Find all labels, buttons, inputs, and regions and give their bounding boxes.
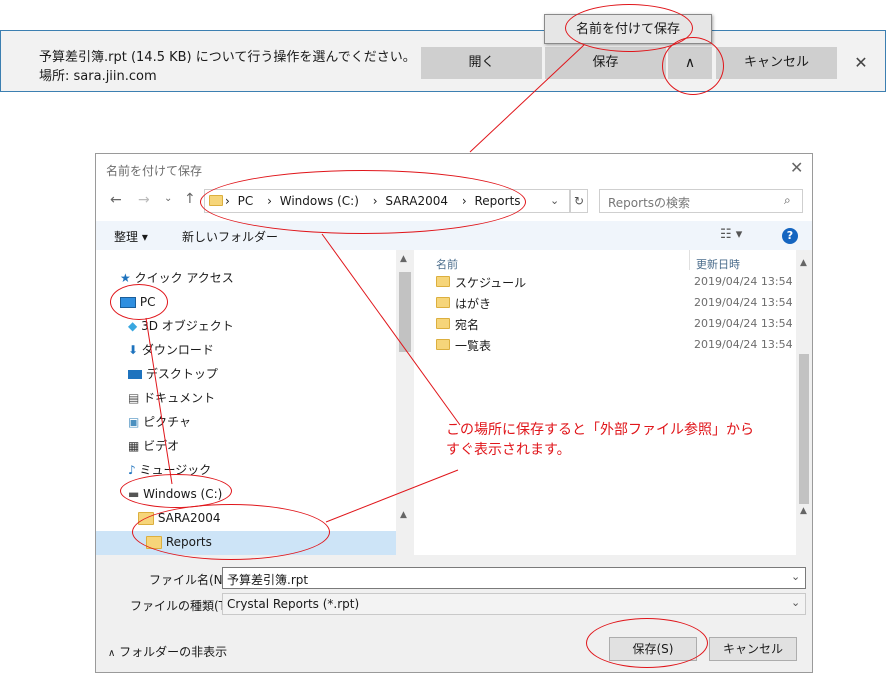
- highlight-save-options: [662, 37, 724, 95]
- annotation-layer: [145, 44, 585, 523]
- annotation-connector: [145, 317, 173, 485]
- annotation-connector: [469, 44, 585, 153]
- annotation-connector: [321, 233, 461, 426]
- highlight-nav-reports: [132, 504, 330, 560]
- highlight-dialog-save: [586, 618, 708, 668]
- highlight-nav-drive: [120, 474, 232, 508]
- highlight-address-bar: [200, 170, 526, 234]
- annotation-note: この場所に保存すると「外部ファイル参照」から すぐ表示されます。: [446, 422, 754, 458]
- annotation-connector: [325, 469, 459, 523]
- highlight-nav-pc: [110, 284, 168, 320]
